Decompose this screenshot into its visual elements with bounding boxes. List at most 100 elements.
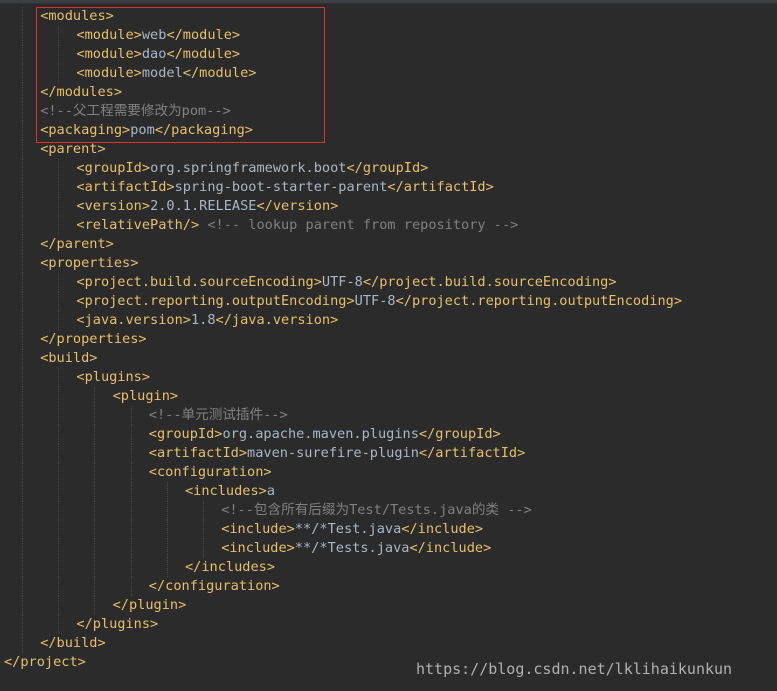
- xml-tag: </artifactId>: [387, 179, 494, 195]
- indent-guide: [22, 520, 23, 539]
- code-content: <build>: [40, 349, 97, 368]
- code-line[interactable]: <plugin>: [0, 387, 777, 406]
- code-content: <properties>: [40, 254, 138, 273]
- code-line[interactable]: <module>model</module>: [0, 64, 777, 83]
- code-line[interactable]: </includes>: [0, 558, 777, 577]
- indent-guide: [22, 501, 23, 520]
- code-line[interactable]: </properties>: [0, 330, 777, 349]
- indent-guide: [58, 615, 60, 634]
- indent-guide: [58, 368, 60, 387]
- indent-guide: [130, 501, 132, 520]
- indent-guide: [22, 178, 23, 197]
- indent-guide: [58, 178, 60, 197]
- indent-guide: [22, 121, 23, 140]
- xml-text: **/*Tests.java: [294, 540, 410, 556]
- indent-guide: [22, 349, 23, 368]
- indent-guide: [130, 444, 132, 463]
- code-line[interactable]: <project.build.sourceEncoding>UTF-8</pro…: [0, 273, 777, 292]
- code-line[interactable]: <module>web</module>: [0, 26, 777, 45]
- xml-tag: <version>: [76, 198, 151, 214]
- indent-guide: [94, 558, 96, 577]
- code-line[interactable]: <!--父工程需要修改为pom-->: [0, 102, 777, 121]
- code-line[interactable]: <version>2.0.1.RELEASE</version>: [0, 197, 777, 216]
- code-content: </properties>: [40, 330, 146, 349]
- code-editor[interactable]: <modules> <module>web</module> <module>dao…: [0, 0, 777, 691]
- indent-guide: [22, 64, 23, 83]
- xml-tag: <parent>: [40, 141, 106, 157]
- indent-guide: [58, 159, 60, 178]
- code-line[interactable]: <artifactId>spring-boot-starter-parent</…: [0, 178, 777, 197]
- indent-guide: [166, 558, 168, 577]
- xml-tag: <configuration>: [148, 464, 272, 480]
- indent-guide: [22, 444, 23, 463]
- indent-guide: [58, 45, 60, 64]
- code-line[interactable]: </plugin>: [0, 596, 777, 615]
- indent-guide: [22, 83, 23, 102]
- code-lines[interactable]: <modules> <module>web</module> <module>dao…: [0, 7, 777, 672]
- indent-guide: [22, 216, 23, 235]
- code-content: <parent>: [40, 140, 105, 159]
- code-line[interactable]: <configuration>: [0, 463, 777, 482]
- code-line[interactable]: <include>**/*Test.java</include>: [0, 520, 777, 539]
- indent-guide: [22, 197, 23, 216]
- code-content: </configuration>: [149, 577, 280, 596]
- indent-guide: [94, 501, 96, 520]
- code-line[interactable]: <include>**/*Tests.java</include>: [0, 539, 777, 558]
- code-line[interactable]: <groupId>org.apache.maven.plugins</group…: [0, 425, 777, 444]
- xml-tag: </configuration>: [148, 578, 280, 594]
- indent-guide: [203, 520, 204, 539]
- indent-guide: [58, 64, 60, 83]
- code-line[interactable]: <!--单元测试插件-->: [0, 406, 777, 425]
- indent-guide: [58, 463, 60, 482]
- indent-guide: [22, 368, 23, 387]
- xml-text: pom: [130, 122, 155, 138]
- xml-tag: </module>: [182, 65, 257, 81]
- code-content: <module>web</module>: [76, 26, 240, 45]
- code-line[interactable]: </build>: [0, 634, 777, 653]
- code-line[interactable]: <relativePath/> <!-- lookup parent from …: [0, 216, 777, 235]
- indent-guide: [94, 539, 96, 558]
- code-content: <!--包含所有后缀为Test/Tests.java的类 -->: [221, 501, 532, 520]
- code-line[interactable]: <build>: [0, 349, 777, 368]
- indent-guide: [58, 26, 60, 45]
- indent-guide: [58, 273, 60, 292]
- indent-guide: [22, 463, 23, 482]
- code-line[interactable]: </modules>: [0, 83, 777, 102]
- indent-guide: [22, 558, 23, 577]
- code-line[interactable]: </parent>: [0, 235, 777, 254]
- code-line[interactable]: </plugins>: [0, 615, 777, 634]
- indent-guide: [58, 216, 60, 235]
- code-line[interactable]: <java.version>1.8</java.version>: [0, 311, 777, 330]
- indent-guide: [22, 596, 23, 615]
- indent-guide: [22, 102, 23, 121]
- xml-comment: <!--父工程需要修改为pom-->: [40, 103, 231, 119]
- code-line[interactable]: <plugins>: [0, 368, 777, 387]
- code-line[interactable]: <artifactId>maven-surefire-plugin</artif…: [0, 444, 777, 463]
- code-line[interactable]: <groupId>org.springframework.boot</group…: [0, 159, 777, 178]
- indent-guide: [94, 387, 96, 406]
- code-line[interactable]: <packaging>pom</packaging>: [0, 121, 777, 140]
- code-content: <artifactId>maven-surefire-plugin</artif…: [149, 444, 526, 463]
- code-line[interactable]: <project.reporting.outputEncoding>UTF-8<…: [0, 292, 777, 311]
- code-content: <include>**/*Test.java</include>: [221, 520, 483, 539]
- code-line[interactable]: <parent>: [0, 140, 777, 159]
- indent-guide: [22, 235, 23, 254]
- code-line[interactable]: <module>dao</module>: [0, 45, 777, 64]
- code-line[interactable]: <modules>: [0, 7, 777, 26]
- indent-guide: [22, 140, 23, 159]
- xml-tag: </version>: [256, 198, 339, 214]
- indent-guide: [130, 520, 132, 539]
- xml-tag: </artifactId>: [418, 445, 526, 461]
- xml-tag: </includes>: [185, 559, 276, 575]
- indent-guide: [22, 577, 23, 596]
- xml-tag: </java.version>: [215, 312, 339, 328]
- xml-text: 1.8: [190, 312, 216, 328]
- code-line[interactable]: <!--包含所有后缀为Test/Tests.java的类 -->: [0, 501, 777, 520]
- xml-comment: <!--单元测试插件-->: [148, 407, 288, 423]
- code-line[interactable]: </configuration>: [0, 577, 777, 596]
- indent-guide: [94, 444, 96, 463]
- xml-tag: </parent>: [40, 236, 114, 252]
- code-line[interactable]: <includes>a: [0, 482, 777, 501]
- code-content: <modules>: [40, 7, 114, 26]
- code-line[interactable]: <properties>: [0, 254, 777, 273]
